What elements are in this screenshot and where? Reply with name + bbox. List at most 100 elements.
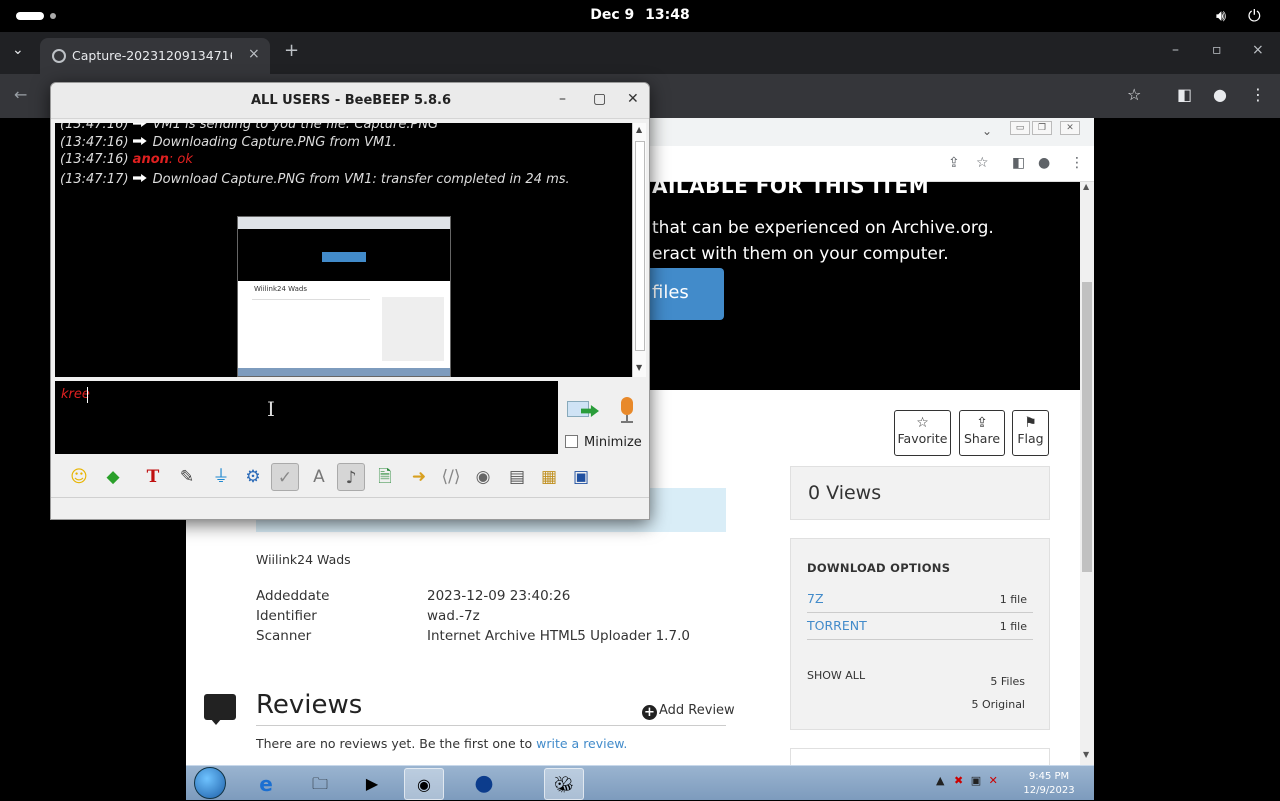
favorite-button[interactable]: ☆ Favorite [894, 410, 951, 456]
bookmark-star-icon[interactable]: ☆ [1127, 85, 1141, 104]
item-title: Wiilink24 Wads [256, 552, 351, 567]
new-tab-button[interactable]: + [284, 40, 299, 61]
window-minimize-button[interactable]: – [1172, 42, 1179, 58]
tray-arrow-icon[interactable]: ▲ [936, 774, 944, 787]
side-panel-icon[interactable]: ◧ [1177, 85, 1192, 104]
clock-date: Dec 9 [590, 7, 635, 23]
internet-explorer-icon[interactable]: e [246, 768, 286, 800]
flag-label: Flag [1017, 431, 1044, 446]
spellcheck-icon[interactable]: ✓ [271, 463, 299, 491]
mic-base [621, 421, 633, 423]
volume-icon[interactable]: 🔊︎ [1216, 6, 1226, 26]
show-all-link[interactable]: SHOW ALL [807, 669, 865, 682]
minimize-button[interactable]: – [559, 91, 566, 107]
scroll-up-arrow-icon[interactable]: ▲ [1083, 182, 1089, 191]
browser-tab[interactable]: Capture-20231209134716.P × [40, 38, 270, 74]
star-icon[interactable]: ☆ [976, 155, 989, 171]
window-close-button[interactable]: × [1252, 42, 1264, 58]
volume-muted-icon[interactable]: ✕ [989, 774, 998, 787]
message-time: (13:47:16) [60, 123, 129, 132]
note-icon[interactable]: ▦ [535, 463, 563, 491]
activities-indicator[interactable] [16, 12, 44, 20]
scroll-down-arrow-icon[interactable]: ▼ [1083, 750, 1089, 759]
vm-close-button[interactable]: ✕ [1060, 121, 1080, 135]
chevron-down-icon[interactable]: ⌄ [982, 124, 992, 138]
flag-button[interactable]: ⚑ Flag [1012, 410, 1049, 456]
share-button[interactable]: ⇪ Share [959, 410, 1005, 456]
download-link-7z[interactable]: 7Z [807, 591, 824, 606]
taskbar-date: 12/9/2023 [1023, 785, 1075, 796]
scrollbar-thumb[interactable] [1082, 282, 1092, 572]
network-error-icon[interactable]: ✖ [954, 774, 963, 787]
network-icon[interactable]: ▣ [971, 774, 981, 787]
side-panel-icon[interactable]: ◧ [1012, 155, 1025, 171]
browser-tab-strip: ⌄ Capture-20231209134716.P × + – ▫ × [0, 32, 1280, 74]
minimize-checkbox[interactable]: Minimize [565, 435, 642, 450]
taskbar-clock[interactable]: 9:45 PM 12/9/2023 [1016, 770, 1082, 798]
beebeep-titlebar[interactable]: ALL USERS - BeeBEEP 5.8.6 – ▢ ✕ [51, 83, 649, 119]
download-link-torrent[interactable]: TORRENT [807, 618, 867, 633]
file-explorer-icon[interactable]: 🗀 [300, 768, 340, 800]
save-chat-icon[interactable]: 🗎︎ [371, 463, 399, 491]
add-review-button[interactable]: + Add Review [642, 703, 735, 720]
sound-icon[interactable]: ♪ [337, 463, 365, 491]
send-message-button[interactable] [567, 397, 599, 425]
message-user: anon [132, 152, 169, 167]
back-arrow-icon[interactable]: ← [14, 85, 27, 104]
message-text: Download Capture.PNG from VM1: transfer … [152, 172, 570, 187]
text-style-icon[interactable]: A [305, 463, 333, 491]
share-label: Share [963, 431, 1001, 446]
vm-restore-button[interactable]: ❐ [1032, 121, 1052, 135]
profile-icon[interactable]: ● [1213, 85, 1227, 104]
close-button[interactable]: ✕ [627, 91, 639, 107]
chat-scrollbar[interactable]: ▲ ▼ [632, 123, 646, 377]
font-icon[interactable]: T [139, 463, 167, 491]
share-icon[interactable]: ⇪ [948, 155, 960, 171]
globe-icon [52, 49, 66, 63]
microphone-icon [621, 397, 633, 415]
scroll-down-arrow-icon[interactable]: ▼ [636, 363, 642, 372]
message-input[interactable]: kree [55, 381, 558, 454]
meta-key: Addeddate [256, 588, 330, 604]
image-preview-thumbnail[interactable]: Wiilink24 Wads [237, 216, 451, 377]
send-file-icon[interactable]: ➜ [405, 463, 433, 491]
beebeep-window: ALL USERS - BeeBEEP 5.8.6 – ▢ ✕ (13:47:1… [50, 82, 650, 520]
vm-minimize-button[interactable]: ▭ [1010, 121, 1030, 135]
scrollbar-thumb[interactable] [635, 141, 645, 351]
media-player-icon[interactable]: ▶ [352, 768, 392, 800]
maximize-button[interactable]: ▢ [593, 91, 606, 107]
window-icon[interactable]: ▤ [503, 463, 531, 491]
download-row: TORRENT 1 file [807, 614, 1033, 640]
window-maximize-button[interactable]: ▫ [1212, 42, 1222, 58]
microphone-button[interactable] [617, 397, 637, 425]
download-options-heading: DOWNLOAD OPTIONS [807, 561, 951, 575]
color-pen-icon[interactable]: ✎ [173, 463, 201, 491]
tab-close-icon[interactable]: × [248, 46, 260, 62]
page-scrollbar[interactable]: ▲ ▼ [1080, 182, 1094, 765]
no-reviews-text: There are no reviews yet. Be the first o… [256, 736, 627, 751]
tab-search-chevron-icon[interactable]: ⌄ [12, 42, 24, 58]
filter-icon[interactable]: ⏚ [207, 463, 235, 491]
layers-icon[interactable]: ◆ [99, 463, 127, 491]
write-review-link[interactable]: write a review. [536, 736, 627, 751]
html-code-icon[interactable]: ⟨/⟩ [437, 463, 465, 491]
system-clock[interactable]: Dec 9 13:48 [560, 7, 720, 23]
menu-kebab-icon[interactable]: ⋮ [1070, 155, 1084, 171]
power-icon[interactable]: ⏻ [1248, 6, 1261, 26]
globe-app-icon[interactable]: ● [464, 768, 504, 800]
checkbox[interactable] [565, 435, 578, 448]
floppy-save-icon[interactable]: ▣ [567, 463, 595, 491]
beebeep-taskbar-icon[interactable]: 🐝︎ [544, 768, 584, 800]
scroll-up-arrow-icon[interactable]: ▲ [636, 125, 642, 134]
menu-kebab-icon[interactable]: ⋮ [1250, 85, 1266, 104]
chrome-icon[interactable]: ◉ [404, 768, 444, 800]
meta-value: Internet Archive HTML5 Uploader 1.7.0 [427, 628, 690, 644]
system-tray: ▲ ✖ ▣ ✕ [936, 774, 998, 787]
chat-message: (13:47:17) Download Capture.PNG from VM1… [60, 172, 570, 187]
chat-message: (13:47:16) Downloading Capture.PNG from … [60, 135, 397, 150]
emoticon-icon[interactable]: ☺ [65, 463, 93, 491]
screenshot-icon[interactable]: ◉ [469, 463, 497, 491]
windows-start-icon[interactable] [194, 767, 226, 799]
settings-gear-icon[interactable]: ⚙ [239, 463, 267, 491]
profile-icon[interactable]: ● [1038, 155, 1050, 171]
